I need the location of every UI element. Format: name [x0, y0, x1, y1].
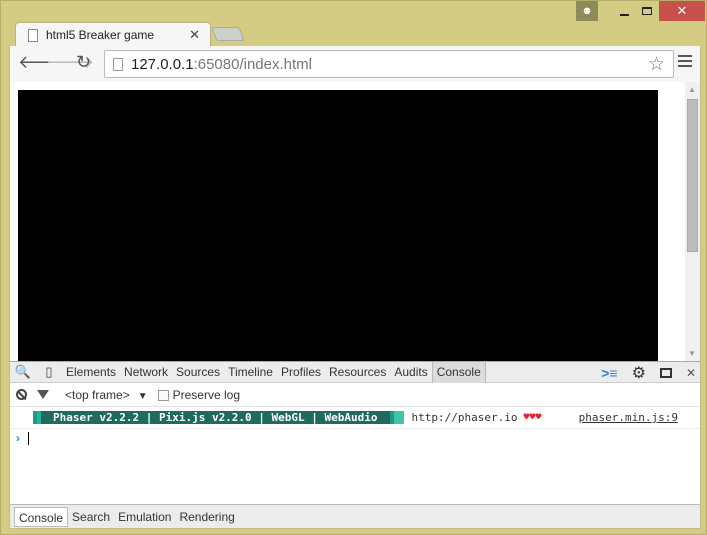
console-log-entry: Phaser v2.2.2 | Pixi.js v2.2.0 | WebGL |…	[10, 407, 700, 429]
frame-selector-label: <top frame>	[65, 387, 130, 402]
scrollbar-thumb[interactable]	[687, 99, 698, 252]
browser-tab[interactable]: html5 Breaker game ✕	[15, 22, 211, 47]
tab-profiles[interactable]: Profiles	[277, 362, 325, 383]
tab-sources[interactable]: Sources	[172, 362, 224, 383]
minimize-button[interactable]	[611, 1, 637, 21]
tab-close-icon[interactable]: ✕	[189, 27, 200, 43]
bookmark-star-icon[interactable]: ☆	[648, 53, 665, 76]
clear-console-icon[interactable]	[16, 389, 27, 400]
reload-icon[interactable]: ↻	[76, 52, 91, 73]
devtools-tabbar: 🔍 ▯ Elements Network Sources Timeline Pr…	[10, 361, 700, 383]
page-icon	[113, 57, 123, 71]
new-tab-button[interactable]	[211, 27, 245, 41]
drawer-tabbar: Console Search Emulation Rendering	[10, 504, 700, 528]
show-drawer-icon[interactable]: >≡	[601, 365, 617, 381]
scroll-up-icon[interactable]: ▲	[688, 85, 696, 94]
devtools-panel: 🔍 ▯ Elements Network Sources Timeline Pr…	[9, 361, 701, 529]
vertical-scrollbar[interactable]: ▲ ▼	[685, 82, 700, 361]
drawer-tab-rendering[interactable]: Rendering	[175, 507, 238, 527]
tab-console[interactable]: Console	[431, 361, 486, 383]
browser-toolbar: 🡐 🡒 ↻ 127.0.0.1:65080/index.html ☆	[9, 46, 701, 82]
url-host: 127.0.0.1	[131, 55, 194, 73]
minimize-icon	[619, 14, 629, 16]
tab-audits[interactable]: Audits	[390, 362, 431, 383]
dropdown-arrow-icon: ▼	[137, 390, 148, 402]
maximize-button[interactable]	[637, 1, 657, 21]
prompt-chevron-icon: ›	[16, 431, 20, 445]
log-url: http://phaser.io	[411, 411, 518, 424]
preserve-log-label: Preserve log	[172, 387, 240, 402]
address-bar[interactable]: 127.0.0.1:65080/index.html ☆	[104, 50, 674, 78]
frame-selector[interactable]: <top frame> ▼	[65, 388, 148, 402]
maximize-icon	[642, 7, 652, 15]
filter-icon[interactable]	[37, 390, 49, 399]
menu-icon[interactable]	[678, 55, 692, 70]
devtools-close-icon[interactable]: ✕	[686, 366, 696, 380]
drawer-tab-emulation[interactable]: Emulation	[114, 507, 175, 527]
page-icon	[28, 28, 38, 42]
tab-resources[interactable]: Resources	[325, 362, 390, 383]
dock-side-icon[interactable]	[659, 367, 672, 378]
tab-title: html5 Breaker game	[46, 28, 155, 42]
drawer-tab-console[interactable]: Console	[14, 506, 69, 527]
tab-network[interactable]: Network	[120, 362, 172, 383]
page-viewport: ▲ ▼	[9, 82, 701, 361]
console-prompt[interactable]: ›	[10, 429, 700, 447]
text-cursor	[28, 431, 29, 445]
user-icon[interactable]: ☻	[576, 1, 598, 21]
console-toolbar: <top frame> ▼ Preserve log	[10, 383, 700, 407]
scroll-down-icon[interactable]: ▼	[688, 349, 696, 358]
tab-elements[interactable]: Elements	[62, 362, 120, 383]
gear-icon[interactable]: ⚙	[632, 363, 646, 383]
url-path: :65080/index.html	[193, 55, 312, 73]
browser-window: ☻ ✕ html5 Breaker game ✕ 🡐 🡒 ↻ 127.0.0.1…	[0, 0, 707, 535]
hearts-icon: ♥♥♥	[523, 412, 542, 423]
window-close-button[interactable]: ✕	[659, 1, 705, 21]
source-link[interactable]: phaser.min.js:9	[579, 411, 678, 424]
search-icon[interactable]: 🔍	[10, 364, 36, 380]
drawer-tab-search[interactable]: Search	[68, 507, 114, 527]
checkbox-icon[interactable]	[157, 389, 169, 401]
phaser-banner: Phaser v2.2.2 | Pixi.js v2.2.0 | WebGL |…	[33, 411, 404, 424]
banner-text: Phaser v2.2.2 | Pixi.js v2.2.0 | WebGL |…	[41, 411, 390, 424]
preserve-log-checkbox[interactable]: Preserve log	[157, 387, 240, 402]
game-canvas[interactable]	[18, 90, 658, 361]
device-mode-icon[interactable]: ▯	[36, 364, 62, 380]
tab-timeline[interactable]: Timeline	[224, 362, 277, 383]
